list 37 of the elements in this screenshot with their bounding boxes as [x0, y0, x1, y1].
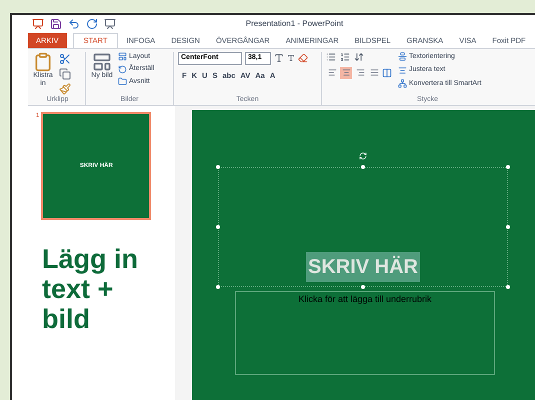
- layout-icon: [118, 52, 127, 62]
- callout-text: Lägg in text + bild: [42, 244, 139, 334]
- resize-handle[interactable]: [216, 285, 220, 289]
- slideshow-icon[interactable]: [104, 18, 116, 30]
- align-text-icon: [398, 66, 407, 75]
- resize-handle[interactable]: [361, 285, 365, 289]
- clipboard-icon: [33, 52, 53, 72]
- resize-handle[interactable]: [216, 225, 220, 229]
- resize-handle[interactable]: [361, 165, 365, 169]
- clear-format-icon[interactable]: [298, 53, 308, 63]
- resize-handle[interactable]: [506, 225, 510, 229]
- resize-handle[interactable]: [216, 165, 220, 169]
- columns-icon[interactable]: [382, 68, 392, 78]
- line-spacing-icon[interactable]: [354, 52, 364, 62]
- align-button[interactable]: [340, 66, 352, 78]
- window-title: Presentation1 - PowerPoint: [246, 18, 344, 30]
- slide-layout-icon: [92, 52, 112, 72]
- shrink-font-icon[interactable]: [287, 54, 295, 62]
- grow-font-icon[interactable]: [274, 53, 284, 63]
- slide-title: SKRIV HÄR: [306, 252, 420, 282]
- undo-icon[interactable]: [68, 18, 80, 30]
- numbering-icon[interactable]: [340, 52, 350, 62]
- copy-icon[interactable]: [59, 68, 71, 80]
- hierarchy-icon: [398, 79, 407, 88]
- rotate-handle-icon[interactable]: [359, 152, 367, 160]
- save-icon[interactable]: [50, 18, 62, 30]
- cut-icon[interactable]: [59, 52, 71, 64]
- align-button[interactable]: [354, 66, 366, 78]
- bullets-icon[interactable]: [326, 52, 336, 62]
- resize-handle[interactable]: [506, 285, 510, 289]
- folder-icon: [118, 77, 127, 86]
- format-painter-icon[interactable]: [59, 82, 71, 94]
- resize-handle[interactable]: [506, 165, 510, 169]
- reset-icon: [118, 64, 127, 74]
- align-button[interactable]: [368, 66, 380, 78]
- redo-icon[interactable]: [86, 18, 98, 30]
- align-button[interactable]: [326, 66, 338, 78]
